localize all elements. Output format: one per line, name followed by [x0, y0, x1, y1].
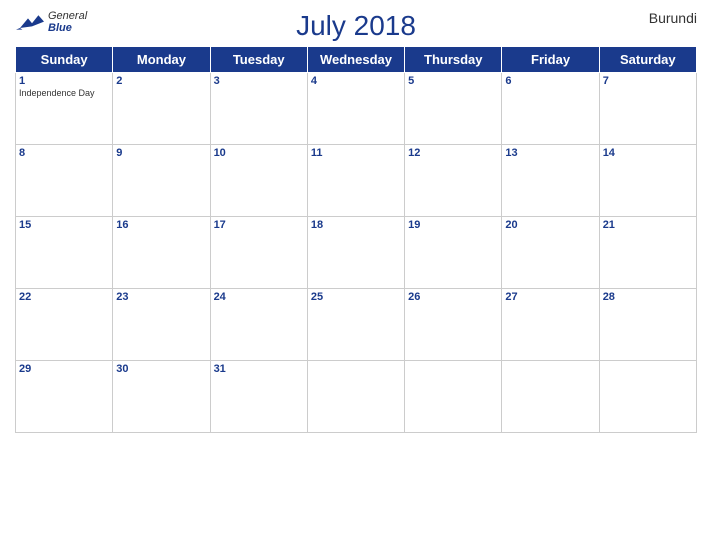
day-number: 17: [214, 219, 304, 231]
day-cell: 12: [405, 145, 502, 217]
day-cell: 27: [502, 289, 599, 361]
day-cell: 6: [502, 73, 599, 145]
day-number: 26: [408, 291, 498, 303]
day-number: 1: [19, 75, 109, 87]
day-number: 19: [408, 219, 498, 231]
day-cell: 9: [113, 145, 210, 217]
day-number: 11: [311, 147, 401, 159]
day-number: 23: [116, 291, 206, 303]
week-row-4: 22 23 24 25 26 27 28: [16, 289, 697, 361]
day-number: 5: [408, 75, 498, 87]
day-cell: 29: [16, 361, 113, 433]
week-row-2: 89 10 11 12 13 14: [16, 145, 697, 217]
header-tuesday: Tuesday: [210, 47, 307, 73]
day-number: 18: [311, 219, 401, 231]
day-number: 10: [214, 147, 304, 159]
header-row: General Blue July 2018 Burundi: [15, 10, 697, 42]
day-cell: [599, 361, 696, 433]
holiday-label: Independence Day: [19, 88, 109, 98]
day-number: 6: [505, 75, 595, 87]
day-number: 21: [603, 219, 693, 231]
day-cell: 26: [405, 289, 502, 361]
day-number: 7: [603, 75, 693, 87]
day-cell: 20: [502, 217, 599, 289]
day-cell: 28: [599, 289, 696, 361]
logo-blue: Blue: [48, 22, 87, 34]
day-cell: 11: [307, 145, 404, 217]
calendar-body: 1Independence Day23456789101112131415161…: [16, 73, 697, 433]
header-thursday: Thursday: [405, 47, 502, 73]
day-number: 27: [505, 291, 595, 303]
day-number: 28: [603, 291, 693, 303]
day-number: 9: [116, 147, 206, 159]
day-cell: 25: [307, 289, 404, 361]
week-row-5: 29 30 31: [16, 361, 697, 433]
day-cell: 3: [210, 73, 307, 145]
logo-bird-icon: [15, 12, 45, 32]
day-number: 25: [311, 291, 401, 303]
day-cell: 1Independence Day: [16, 73, 113, 145]
logo-text: General Blue: [48, 10, 87, 34]
day-cell: 17: [210, 217, 307, 289]
day-number: 31: [214, 363, 304, 375]
country-name: Burundi: [649, 10, 697, 26]
week-row-3: 15 16 17 18 19 20 21: [16, 217, 697, 289]
day-cell: 22: [16, 289, 113, 361]
day-number: 12: [408, 147, 498, 159]
day-cell: 16: [113, 217, 210, 289]
calendar-wrapper: General Blue July 2018 Burundi Sunday Mo…: [0, 0, 712, 550]
header-wednesday: Wednesday: [307, 47, 404, 73]
day-cell: 23: [113, 289, 210, 361]
day-cell: 4: [307, 73, 404, 145]
day-number: 14: [603, 147, 693, 159]
day-cell: [405, 361, 502, 433]
day-number: 16: [116, 219, 206, 231]
logo-combined: General Blue: [15, 10, 87, 34]
day-cell: 7: [599, 73, 696, 145]
calendar-table: Sunday Monday Tuesday Wednesday Thursday…: [15, 46, 697, 433]
day-number: 29: [19, 363, 109, 375]
day-number: 2: [116, 75, 206, 87]
day-cell: 2: [113, 73, 210, 145]
day-cell: [307, 361, 404, 433]
day-cell: 5: [405, 73, 502, 145]
logo-general: General: [48, 10, 87, 22]
logo-area: General Blue: [15, 10, 87, 34]
day-cell: 13: [502, 145, 599, 217]
day-cell: [502, 361, 599, 433]
header-monday: Monday: [113, 47, 210, 73]
week-row-1: 1Independence Day234567: [16, 73, 697, 145]
day-number: 30: [116, 363, 206, 375]
header-sunday: Sunday: [16, 47, 113, 73]
header-friday: Friday: [502, 47, 599, 73]
day-number: 24: [214, 291, 304, 303]
day-cell: 21: [599, 217, 696, 289]
weekday-header-row: Sunday Monday Tuesday Wednesday Thursday…: [16, 47, 697, 73]
day-cell: 19: [405, 217, 502, 289]
day-cell: 10: [210, 145, 307, 217]
calendar-header: Sunday Monday Tuesday Wednesday Thursday…: [16, 47, 697, 73]
day-number: 3: [214, 75, 304, 87]
day-number: 4: [311, 75, 401, 87]
header-saturday: Saturday: [599, 47, 696, 73]
day-number: 8: [19, 147, 109, 159]
day-cell: 14: [599, 145, 696, 217]
day-cell: 30: [113, 361, 210, 433]
day-number: 15: [19, 219, 109, 231]
day-cell: 31: [210, 361, 307, 433]
calendar-title: July 2018: [296, 10, 416, 42]
day-cell: 15: [16, 217, 113, 289]
day-cell: 8: [16, 145, 113, 217]
day-number: 20: [505, 219, 595, 231]
day-cell: 18: [307, 217, 404, 289]
day-number: 22: [19, 291, 109, 303]
day-number: 13: [505, 147, 595, 159]
day-cell: 24: [210, 289, 307, 361]
